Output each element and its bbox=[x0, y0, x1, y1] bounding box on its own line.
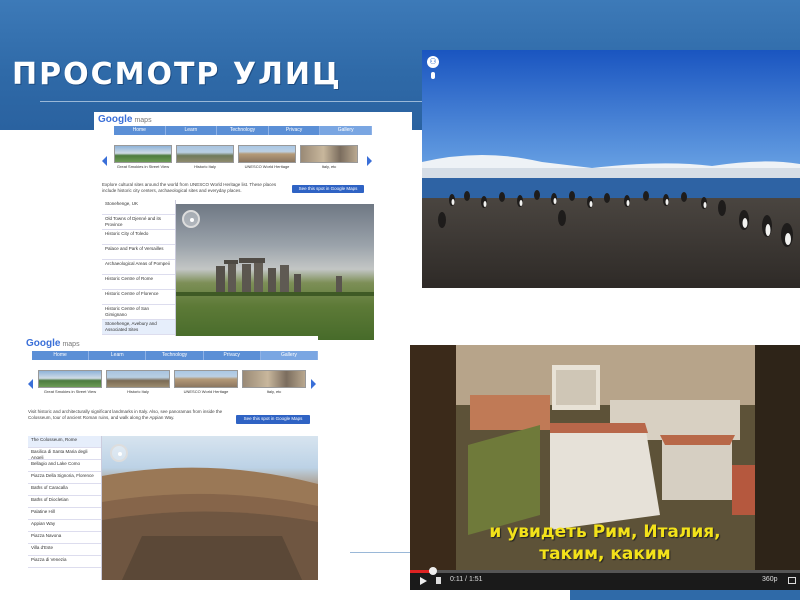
penguin-colony-image bbox=[422, 50, 800, 288]
nav-learn[interactable]: Learn bbox=[166, 126, 218, 135]
google-maps-logo: Google maps bbox=[26, 338, 80, 349]
video-quality[interactable]: 360p bbox=[762, 576, 778, 583]
nav-home[interactable]: Home bbox=[114, 126, 166, 135]
maps-screenshot-stonehenge: Google maps Home Learn Technology Privacy… bbox=[94, 112, 412, 340]
sidebar-item[interactable]: Baths of Diocletian bbox=[28, 496, 101, 508]
places-sidebar: The Colosseum, Rome Basilica di Santa Ma… bbox=[28, 436, 102, 580]
banner-divider bbox=[40, 101, 430, 102]
thumbs-prev-arrow-icon[interactable] bbox=[28, 379, 33, 389]
thumbs-next-arrow-icon[interactable] bbox=[367, 156, 372, 166]
nav-gallery[interactable]: Gallery bbox=[320, 126, 372, 135]
zoom-slider-icon[interactable] bbox=[431, 72, 435, 79]
nav-home[interactable]: Home bbox=[32, 351, 90, 360]
nav-technology[interactable]: Technology bbox=[217, 126, 269, 135]
sidebar-item[interactable]: Villa d'Este bbox=[28, 544, 101, 556]
sidebar-item[interactable]: Basilica di Santa Maria degli Angeli bbox=[28, 448, 101, 460]
video-progress-knob[interactable] bbox=[429, 567, 438, 575]
maps-screenshot-colosseum: Google maps Home Learn Technology Privacy… bbox=[26, 336, 318, 580]
subtitle-line-2: таким, каким bbox=[539, 544, 671, 564]
antarctica-street-view-photo[interactable]: ⚇ bbox=[422, 50, 800, 288]
navigation-control-icon[interactable] bbox=[182, 210, 200, 228]
sidebar-item[interactable]: Stonehenge, UK bbox=[102, 200, 175, 215]
maps-nav-bar: Home Learn Technology Privacy Gallery bbox=[114, 126, 372, 135]
slide-title: ПРОСМОТР УЛИЦ bbox=[12, 57, 342, 92]
sidebar-item[interactable]: Baths of Caracalla bbox=[28, 484, 101, 496]
nav-privacy[interactable]: Privacy bbox=[269, 126, 321, 135]
colosseum-image bbox=[102, 467, 318, 580]
video-time: 0:11 / 1:51 bbox=[450, 576, 483, 583]
places-sidebar: Stonehenge, UK Old Towns of Djenné and i… bbox=[102, 200, 176, 340]
fullscreen-icon[interactable] bbox=[788, 577, 796, 584]
thumbnail-item[interactable]: Great Smokies in Street View bbox=[38, 370, 102, 394]
sidebar-item[interactable]: Old Towns of Djenné and its Province bbox=[102, 215, 175, 230]
video-player[interactable]: и увидеть Рим, Италия, таким, каким 0:11… bbox=[410, 345, 800, 590]
sidebar-item-selected[interactable]: The Colosseum, Rome bbox=[28, 436, 101, 448]
sidebar-item-selected[interactable]: Stonehenge, Avebury and Associated Sites bbox=[102, 320, 175, 335]
thumbnail-item[interactable]: UNESCO World Heritage bbox=[238, 145, 296, 169]
sidebar-item[interactable]: Palace and Park of Versailles bbox=[102, 245, 175, 260]
play-icon[interactable] bbox=[420, 577, 427, 585]
google-maps-logo: Google maps bbox=[98, 114, 152, 125]
video-progress-bar[interactable] bbox=[410, 567, 800, 575]
maps-nav-bar: Home Learn Technology Privacy Gallery bbox=[32, 351, 318, 360]
sidebar-item[interactable]: Historic Centre of Florence bbox=[102, 290, 175, 305]
subtitle-line-1: и увидеть Рим, Италия, bbox=[489, 522, 721, 542]
video-controls: 0:11 / 1:51 360p bbox=[410, 567, 800, 590]
nav-technology[interactable]: Technology bbox=[146, 351, 204, 360]
sidebar-item[interactable]: Archaeological Areas of Pompeii bbox=[102, 260, 175, 275]
street-view-pegman-icon[interactable]: ⚇ bbox=[427, 56, 439, 68]
footer-accent-bar bbox=[570, 590, 800, 600]
thumbnail-item[interactable]: Italy, etc bbox=[300, 145, 358, 169]
stonehenge-street-view[interactable] bbox=[176, 204, 374, 340]
nav-gallery[interactable]: Gallery bbox=[260, 351, 318, 360]
thumbnail-strip: Great Smokies in Street View Historic It… bbox=[114, 145, 358, 169]
sidebar-item[interactable]: Historic Centre of San Gimignano bbox=[102, 305, 175, 320]
sidebar-item[interactable]: Historic Centre of Rome bbox=[102, 275, 175, 290]
gallery-description: Explore cultural sites around the world … bbox=[102, 182, 277, 193]
navigation-control-icon[interactable] bbox=[110, 444, 128, 462]
colosseum-street-view[interactable] bbox=[102, 436, 318, 580]
thumbnail-item[interactable]: Historic Italy bbox=[176, 145, 234, 169]
sidebar-item[interactable]: Piazza Navona bbox=[28, 532, 101, 544]
see-in-maps-button[interactable]: See this spot in Google Maps bbox=[236, 415, 310, 424]
see-in-maps-button[interactable]: See this spot in Google Maps bbox=[292, 185, 364, 193]
thumbnail-item[interactable]: Italy, etc bbox=[242, 370, 306, 394]
thumbnail-item[interactable]: UNESCO World Heritage bbox=[174, 370, 238, 394]
stonehenge-image bbox=[176, 258, 374, 296]
thumbs-prev-arrow-icon[interactable] bbox=[102, 156, 107, 166]
thumbnail-item[interactable]: Great Smokies in Street View bbox=[114, 145, 172, 169]
gallery-description: Visit historic and architecturally signi… bbox=[28, 409, 223, 420]
sidebar-item[interactable]: Palatine Hill bbox=[28, 508, 101, 520]
sidebar-item[interactable]: Bellagio and Lake Como bbox=[28, 460, 101, 472]
volume-icon[interactable] bbox=[436, 577, 441, 584]
thumbnail-strip: Great Smokies in Street View Historic It… bbox=[38, 370, 306, 394]
slide: ПРОСМОТР УЛИЦ Google maps Home Learn Tech… bbox=[0, 0, 800, 600]
sidebar-item[interactable]: Piazza Della Signoria, Florence bbox=[28, 472, 101, 484]
sidebar-item[interactable]: Appian Way bbox=[28, 520, 101, 532]
sidebar-item[interactable]: Historic City of Toledo bbox=[102, 230, 175, 245]
sidebar-item[interactable]: Piazza di Venezia bbox=[28, 556, 101, 568]
nav-learn[interactable]: Learn bbox=[89, 351, 147, 360]
thumbnail-item[interactable]: Historic Italy bbox=[106, 370, 170, 394]
nav-privacy[interactable]: Privacy bbox=[204, 351, 261, 360]
decorative-line bbox=[350, 552, 410, 553]
video-subtitle: и увидеть Рим, Италия, таким, каким bbox=[410, 521, 800, 565]
thumbs-next-arrow-icon[interactable] bbox=[311, 379, 316, 389]
